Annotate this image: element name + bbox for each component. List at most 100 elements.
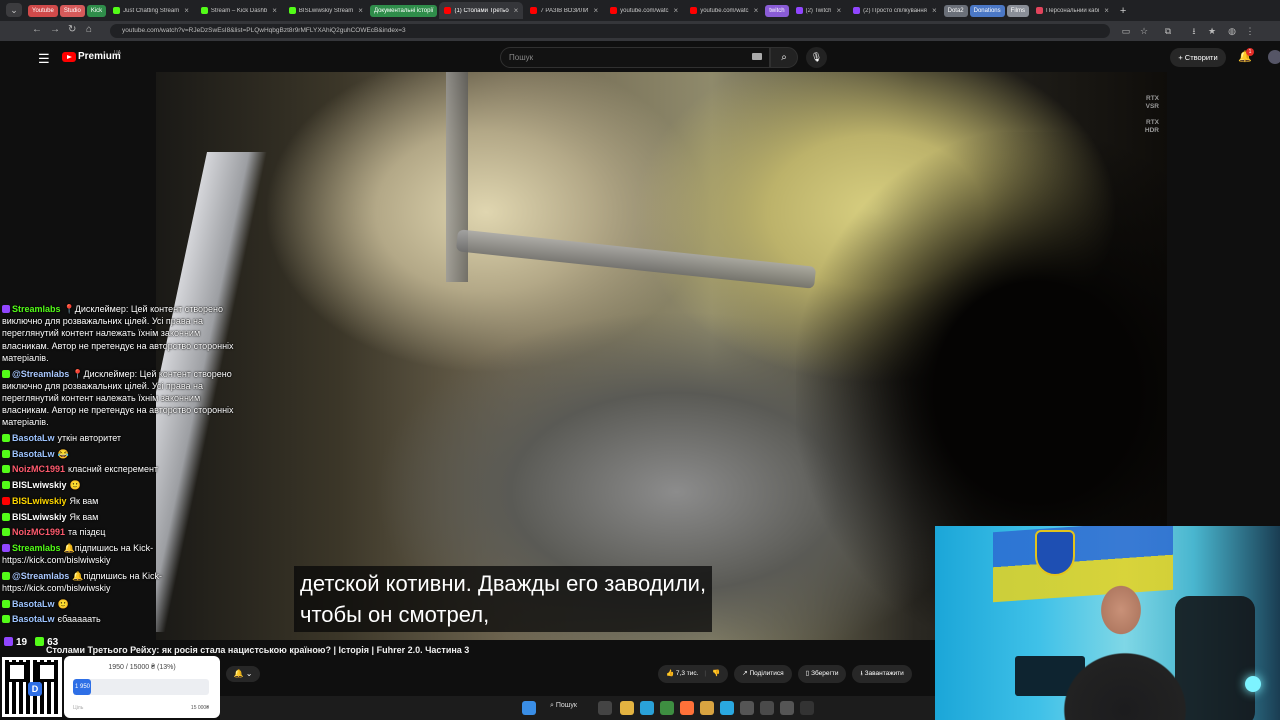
chrome-icon[interactable] bbox=[700, 701, 714, 715]
app-icon[interactable] bbox=[660, 701, 674, 715]
hamburger-menu-icon[interactable]: ☰ bbox=[38, 51, 50, 67]
like-button[interactable]: 👍 7,3 тис. | 👎 bbox=[658, 665, 729, 683]
browser-tab[interactable]: Stream – Kick Dashb × bbox=[196, 2, 282, 19]
donation-goal-fill: 1 950 bbox=[73, 679, 91, 695]
file-explorer-icon[interactable] bbox=[620, 701, 634, 715]
obs-icon[interactable] bbox=[800, 701, 814, 715]
donation-goal-widget: 1950 / 15000 ₴ (13%) 1 950 Ціль 15 000₴ bbox=[64, 656, 220, 718]
create-button[interactable]: + Створити bbox=[1170, 48, 1226, 67]
browser-tab[interactable]: (2) Twitch × bbox=[791, 2, 847, 19]
firefox-icon[interactable] bbox=[680, 701, 694, 715]
chat-nick: NoizMC1991 bbox=[12, 464, 66, 475]
mic-icon: 🎙 bbox=[810, 52, 823, 62]
download-icon[interactable]: ⭳ bbox=[1188, 25, 1200, 37]
chat-message: BISLwiwskiy Як вам bbox=[2, 511, 238, 523]
telegram-icon[interactable] bbox=[720, 701, 734, 715]
twitch-favicon-icon bbox=[853, 7, 861, 14]
url-field[interactable]: youtube.com/watch?v=RJeDzSwEsI8&list=PLQ… bbox=[110, 24, 1110, 38]
keyboard-icon[interactable] bbox=[752, 53, 762, 60]
start-icon[interactable] bbox=[522, 701, 536, 715]
donation-goal-min: Ціль bbox=[73, 705, 84, 711]
forward-icon[interactable]: → bbox=[50, 24, 60, 35]
close-tab-icon[interactable]: × bbox=[184, 6, 189, 15]
home-icon[interactable]: ⌂ bbox=[86, 24, 92, 35]
youtube-favicon-icon bbox=[690, 7, 698, 14]
browser-tab[interactable]: (2) Просто спілкування × bbox=[848, 2, 941, 19]
chat-nick: Streamlabs bbox=[12, 542, 61, 553]
new-tab-icon[interactable]: + bbox=[1120, 5, 1126, 17]
tab-group-films[interactable]: Films bbox=[1006, 4, 1029, 17]
browser-tab-active[interactable]: (1) Столами Третьо × bbox=[439, 2, 524, 19]
twitch-platform-icon bbox=[2, 543, 10, 552]
tab-group-twitch[interactable]: twitch bbox=[765, 4, 789, 17]
chat-nick: BasotaLw bbox=[12, 448, 55, 459]
search-button[interactable]: ⌕ bbox=[770, 47, 798, 68]
video-title: Столами Третього Рейху: як росія стала н… bbox=[46, 645, 470, 655]
search-input[interactable]: Пошук bbox=[500, 47, 770, 68]
task-view-icon[interactable] bbox=[598, 701, 612, 715]
subscription-bell-button[interactable]: 🔔 ⌄ bbox=[226, 666, 260, 682]
taskbar-search[interactable]: ⌕ Пошук bbox=[550, 702, 577, 710]
twitch-favicon-icon bbox=[795, 7, 803, 14]
save-button[interactable]: ▯ Зберегти bbox=[797, 665, 847, 683]
close-tab-icon[interactable]: × bbox=[1104, 6, 1109, 15]
edge-icon[interactable] bbox=[640, 701, 654, 715]
profile-icon[interactable]: ◍ bbox=[1226, 25, 1238, 37]
subtitle-line: чтобы он смотрел, bbox=[300, 602, 490, 627]
bookmarks-icon[interactable]: ★ bbox=[1206, 25, 1218, 37]
download-button[interactable]: ⭳ Завантажити bbox=[852, 665, 912, 683]
browser-tab[interactable]: Персональний кабі × bbox=[1031, 2, 1114, 19]
webcam-lamp bbox=[1245, 676, 1261, 692]
tab-group-kick[interactable]: Kick bbox=[86, 4, 107, 17]
chat-nick: BasotaLw bbox=[12, 614, 55, 625]
tab-group-docs[interactable]: Документальні історії bbox=[369, 4, 438, 17]
tab-group-studio[interactable]: Studio bbox=[59, 4, 85, 17]
close-tab-icon[interactable]: × bbox=[836, 6, 841, 15]
menu-dots-icon[interactable]: ⋮ bbox=[1244, 25, 1256, 37]
subtitles: детской котивни. Дважды его заводили, чт… bbox=[294, 566, 713, 632]
chat-text: Як вам bbox=[69, 495, 99, 506]
app-icon[interactable] bbox=[740, 701, 754, 715]
browser-tab[interactable]: BISLwiwskiy Stream × bbox=[284, 2, 368, 19]
browser-tab[interactable]: Just Chatting Stream × bbox=[108, 2, 194, 19]
donation-goal-track: 1 950 bbox=[73, 679, 209, 695]
browser-tab[interactable]: 7 РАЗІВ ВОЗИЛИ × bbox=[525, 2, 603, 19]
close-tab-icon[interactable]: × bbox=[514, 6, 519, 15]
account-avatar[interactable] bbox=[1268, 50, 1280, 64]
close-tab-icon[interactable]: × bbox=[754, 6, 759, 15]
thumbs-down-icon[interactable]: 👎 bbox=[712, 670, 720, 677]
kick-platform-icon bbox=[2, 369, 10, 378]
browser-tab[interactable]: youtube.com/watc × bbox=[685, 2, 763, 19]
app-icon[interactable] bbox=[780, 701, 794, 715]
close-tab-icon[interactable]: × bbox=[272, 6, 277, 15]
extensions-icon[interactable]: ⧉ bbox=[1162, 25, 1174, 37]
close-tab-icon[interactable]: × bbox=[358, 6, 363, 15]
kick-platform-icon bbox=[2, 512, 10, 521]
tab-search-icon[interactable]: ⌄ bbox=[6, 3, 22, 17]
close-tab-icon[interactable]: × bbox=[932, 6, 937, 15]
screen: ⌄ Youtube Studio Kick Just Chatting Stre… bbox=[0, 0, 1280, 720]
cast-icon[interactable]: ▭ bbox=[1120, 25, 1132, 37]
donation-logo-icon: D bbox=[28, 682, 42, 696]
chat-text: класний експеремент bbox=[68, 464, 159, 475]
bookmark-star-icon[interactable]: ☆ bbox=[1138, 25, 1150, 37]
tab-group-youtube[interactable]: Youtube bbox=[28, 4, 58, 17]
voice-search-button[interactable]: 🎙 bbox=[806, 47, 827, 68]
app-icon[interactable] bbox=[760, 701, 774, 715]
browser-tab[interactable]: youtube.com/watc × bbox=[605, 2, 683, 19]
share-button[interactable]: ↗ Поділитися bbox=[734, 665, 792, 683]
chat-message: NoizMC1991 класний експеремент bbox=[2, 463, 238, 475]
reload-icon[interactable]: ↻ bbox=[68, 24, 76, 35]
chat-message: Streamlabs 🔔підпишись на Kick- https://ki… bbox=[2, 542, 238, 566]
chat-message: @Streamlabs 📍Дисклеймер: Цей контент ство… bbox=[2, 368, 238, 429]
tab-group-donations[interactable]: Donations bbox=[969, 4, 1005, 17]
search-icon: ⌕ bbox=[781, 52, 787, 63]
youtube-logo-icon[interactable] bbox=[62, 52, 76, 62]
close-tab-icon[interactable]: × bbox=[594, 6, 599, 15]
back-icon[interactable]: ← bbox=[32, 24, 42, 35]
tab-group-dota2[interactable]: Dota2 bbox=[943, 4, 968, 17]
yt-platform-icon bbox=[2, 496, 10, 505]
chat-message: BISLwiwskiy Як вам bbox=[2, 495, 238, 507]
chat-text: єбааааать bbox=[57, 614, 101, 625]
close-tab-icon[interactable]: × bbox=[674, 6, 679, 15]
